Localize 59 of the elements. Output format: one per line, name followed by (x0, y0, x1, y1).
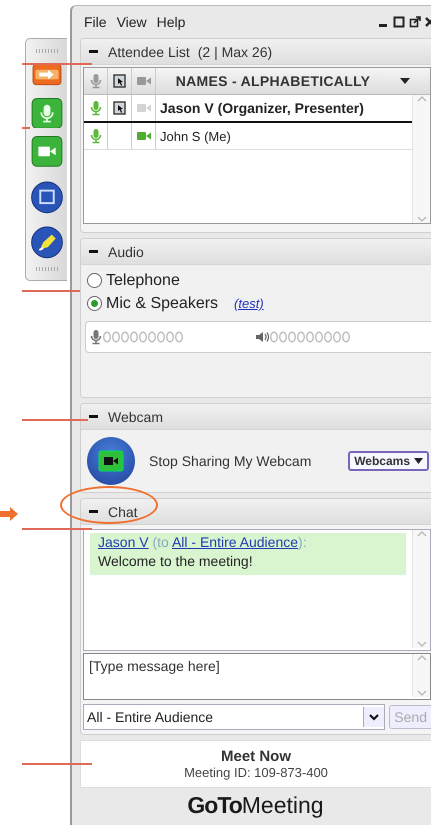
level-meter-icon (270, 331, 350, 343)
message-text: Welcome to the meeting! (98, 552, 254, 571)
caret-icon (414, 458, 423, 464)
level-meter-icon (103, 331, 183, 343)
callout-line (22, 528, 92, 530)
audio-option[interactable]: Mic & Speakers (test) (87, 292, 431, 315)
attendee-name[interactable]: Jason V (Organizer, Presenter) (156, 100, 364, 116)
test-link[interactable]: (test) (234, 296, 264, 311)
arrow-button[interactable] (32, 64, 62, 86)
scroll-up-icon[interactable] (416, 95, 426, 102)
scroll-down-icon[interactable] (416, 216, 426, 223)
scrollbar[interactable] (412, 95, 430, 223)
camera-icon[interactable] (136, 76, 150, 86)
audio-option[interactable]: Telephone (87, 269, 431, 292)
camera-icon (98, 450, 124, 472)
section-title: Webcam (108, 408, 163, 424)
menu-item[interactable]: File (84, 14, 107, 30)
webcams-dropdown[interactable]: Webcams (348, 451, 429, 471)
webcam-button[interactable] (87, 437, 135, 485)
radio-button[interactable] (87, 273, 102, 288)
meeting-title: Meet Now (220, 748, 291, 765)
recipient-dropdown[interactable]: All - Entire Audience (83, 704, 386, 730)
logo: GoToMeeting (186, 790, 325, 820)
sender-link[interactable]: Jason V (98, 534, 149, 550)
callout-line (22, 290, 80, 292)
menu-item[interactable]: View (116, 14, 147, 30)
scroll-down-icon[interactable] (416, 641, 426, 648)
speaker-icon (255, 331, 269, 343)
section-title: Attendee List (108, 44, 190, 60)
pointer-arrow (0, 507, 20, 521)
scroll-up-icon[interactable] (416, 530, 426, 537)
screen-share-button[interactable] (30, 181, 64, 214)
scrollbar[interactable] (412, 654, 430, 697)
section-title: Audio (108, 244, 144, 260)
recipient-link[interactable]: All - Entire Audience (172, 534, 298, 550)
callout-line (22, 419, 88, 420)
meeting-id: Meeting ID: 109-873-400 (184, 765, 328, 780)
maximize-icon[interactable] (393, 16, 405, 28)
callout-line (22, 63, 92, 64)
pop-out-icon[interactable] (409, 16, 421, 28)
webcam-status: Stop Sharing My Webcam (149, 453, 312, 469)
scroll-down-icon[interactable] (416, 690, 426, 697)
scrollbar[interactable] (412, 530, 430, 648)
microphone-button[interactable] (30, 98, 62, 128)
dropdown-icon[interactable] (400, 78, 410, 84)
drawing-tools-button[interactable] (30, 226, 64, 259)
attendee-name[interactable]: John S (Me) (156, 128, 231, 144)
microphone-icon (90, 329, 102, 345)
callout-line (22, 763, 92, 764)
caret-icon (369, 714, 380, 720)
section-title: Chat (108, 504, 138, 520)
message-field[interactable]: [Type message here] (83, 653, 431, 700)
radio-button[interactable] (87, 296, 102, 311)
scroll-up-icon[interactable] (416, 654, 426, 661)
presenter-icon[interactable] (112, 74, 126, 88)
message-header: Jason V (to All - Entire Audience): (98, 534, 308, 550)
microphone-icon[interactable] (90, 73, 102, 89)
menu-item[interactable]: Help (156, 14, 186, 30)
attendee-count: (2 | Max 26) (198, 44, 272, 60)
